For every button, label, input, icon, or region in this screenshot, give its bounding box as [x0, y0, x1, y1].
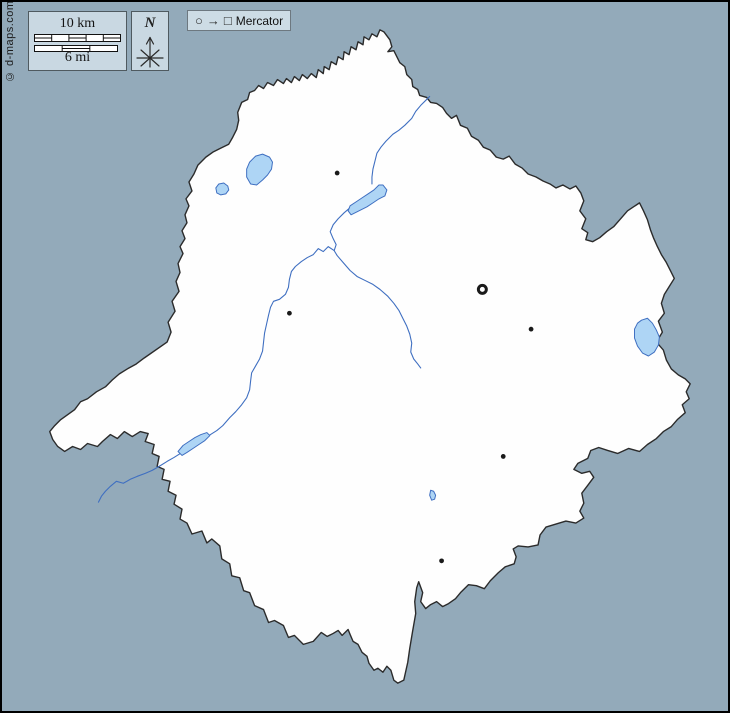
- north-arrow-panel: N: [131, 11, 169, 71]
- city-dot: [335, 171, 340, 176]
- city-dot: [439, 558, 444, 563]
- map-page: © d-maps.com 10 km 6 mi N ○ → □ Mercator: [0, 0, 730, 713]
- projection-label: Mercator: [236, 15, 283, 27]
- scale-km-label: 10 km: [29, 17, 126, 31]
- lake-northwest-small: [216, 183, 229, 195]
- arrow-right-icon: →: [207, 14, 220, 27]
- region-outline: [50, 30, 690, 683]
- map-canvas: [2, 2, 728, 711]
- scale-mi-label: 6 mi: [29, 51, 126, 65]
- projection-panel: ○ → □ Mercator: [187, 10, 291, 31]
- scale-bar-panel: 10 km 6 mi: [28, 11, 127, 71]
- city-dot: [287, 311, 292, 316]
- north-label: N: [132, 15, 168, 32]
- city-dot: [501, 454, 506, 459]
- copyright-credit: © d-maps.com: [4, 10, 16, 82]
- capital-marker: [478, 285, 486, 293]
- circle-icon: ○: [195, 14, 203, 27]
- north-arrow-icon: [134, 34, 166, 70]
- city-dot: [529, 327, 534, 332]
- square-icon: □: [224, 14, 232, 27]
